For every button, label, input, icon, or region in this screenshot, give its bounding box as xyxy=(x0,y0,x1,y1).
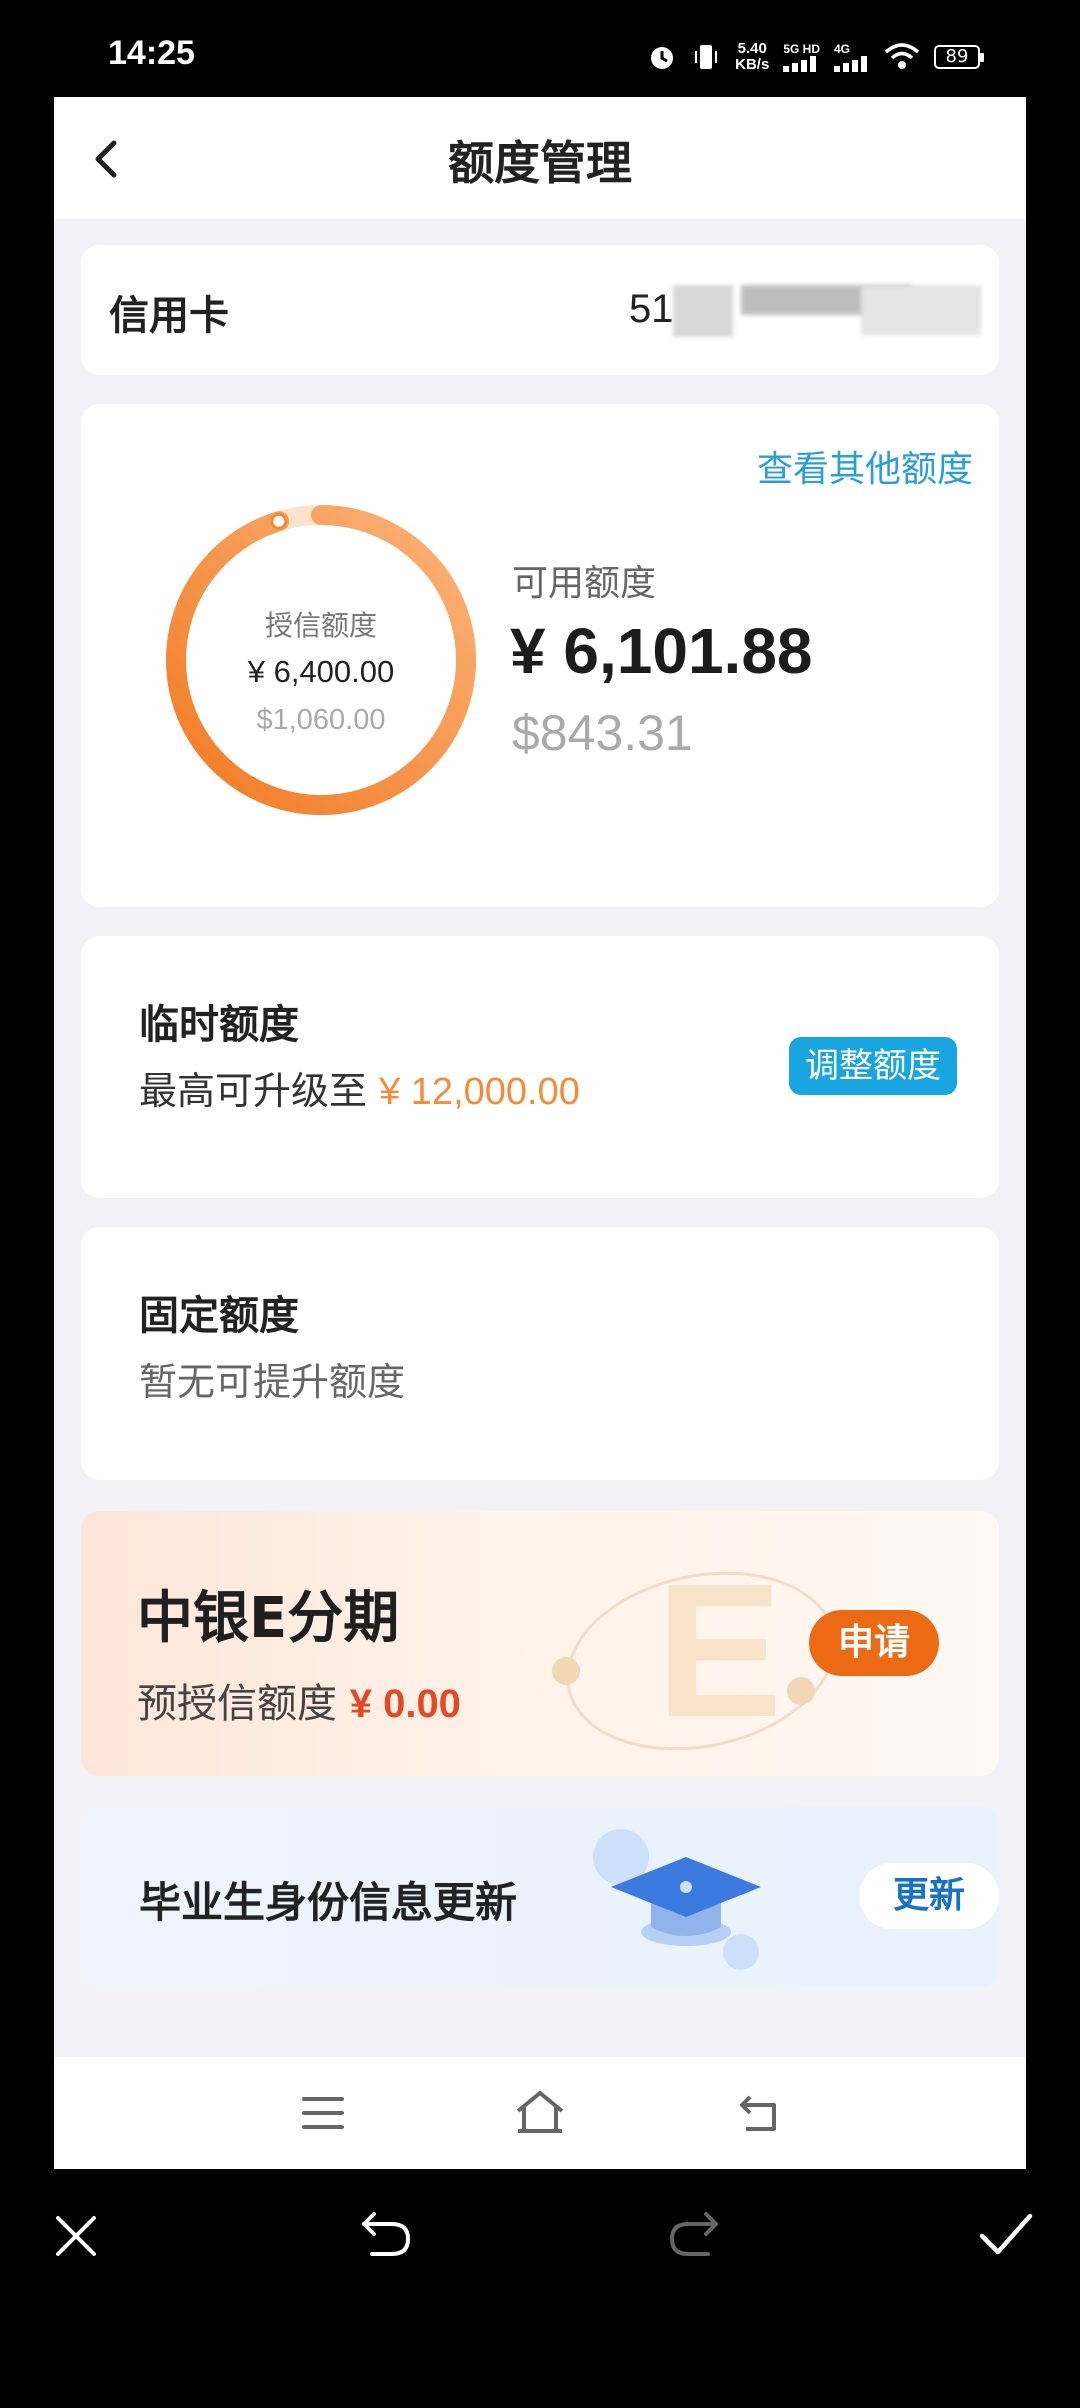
redo-icon[interactable] xyxy=(666,2206,722,2262)
status-icons: 5.40 KB/s 5G HD 4G 89 xyxy=(647,32,984,82)
view-other-limits-link[interactable]: 查看其他额度 xyxy=(757,440,973,492)
signal-4g: 4G xyxy=(834,42,870,72)
card-info[interactable]: 信用卡 51 xyxy=(81,245,999,375)
back-nav-icon[interactable] xyxy=(736,2091,782,2135)
graduate-title: 毕业生身份信息更新 xyxy=(139,1878,518,1927)
app-header: 额度管理 xyxy=(54,97,1026,219)
speed-unit: KB/s xyxy=(735,56,770,73)
app-screen: 额度管理 信用卡 51 查看其他额度 授信额度 ¥ 6,400.00 $1,06… xyxy=(54,97,1026,2169)
speed-value: 5.40 xyxy=(737,40,767,57)
net2-label: 4G xyxy=(834,42,851,56)
available-cny: ¥ 6,101.88 xyxy=(510,615,813,687)
close-icon[interactable] xyxy=(50,2210,102,2262)
credit-usd: $1,060.00 xyxy=(256,704,386,736)
ring-marker xyxy=(270,512,288,530)
confirm-icon[interactable] xyxy=(976,2206,1036,2262)
signal-5g: 5G HD xyxy=(783,42,820,72)
undo-icon[interactable] xyxy=(358,2206,414,2262)
network-speed: 5.40 KB/s xyxy=(735,41,769,73)
e-installment-desc: 预授信额度 ¥ 0.00 xyxy=(137,1671,461,1729)
temp-limit-title: 临时额度 xyxy=(139,1002,299,1048)
page-title: 额度管理 xyxy=(448,136,632,190)
e-installment-title: 中银E分期 xyxy=(137,1586,400,1651)
signal-bars-icon xyxy=(783,56,817,72)
credit-cny: ¥ 6,400.00 xyxy=(247,654,395,689)
e-installment-banner[interactable]: E 中银E分期 预授信额度 ¥ 0.00 申请 xyxy=(81,1511,999,1776)
home-icon[interactable] xyxy=(514,2089,566,2135)
card-type-label: 信用卡 xyxy=(109,293,229,339)
available-label: 可用额度 xyxy=(512,563,657,604)
signal-bars-icon xyxy=(834,56,867,72)
fixed-limit-title: 固定额度 xyxy=(139,1293,299,1339)
temp-limit-card: 临时额度 最高可升级至 ¥ 12,000.00 调整额度 xyxy=(81,936,999,1198)
ring-label: 授信额度 xyxy=(264,609,377,642)
system-navbar xyxy=(54,2057,1026,2169)
available-usd: $843.31 xyxy=(512,705,693,761)
fixed-limit-card: 固定额度 暂无可提升额度 xyxy=(81,1227,999,1480)
menu-icon[interactable] xyxy=(300,2093,346,2133)
temp-limit-desc: 最高可升级至 ¥ 12,000.00 xyxy=(139,1060,580,1115)
card-number-prefix: 51 xyxy=(629,287,674,331)
vibrate-icon xyxy=(691,42,721,72)
update-button[interactable]: 更新 xyxy=(859,1863,999,1929)
fixed-limit-desc: 暂无可提升额度 xyxy=(139,1360,406,1404)
masked-number xyxy=(861,285,981,335)
graduation-cap-icon xyxy=(593,1829,761,1970)
e-installment-amount: ¥ 0.00 xyxy=(349,1682,461,1726)
graduate-banner[interactable]: 毕业生身份信息更新 更新 xyxy=(81,1807,999,1987)
credit-summary-card: 查看其他额度 授信额度 ¥ 6,400.00 $1,060.00 可用额度 ¥ … xyxy=(81,404,999,907)
net1-label: 5G HD xyxy=(783,42,820,56)
adjust-limit-button[interactable]: 调整额度 xyxy=(789,1037,957,1095)
temp-limit-amount: ¥ 12,000.00 xyxy=(379,1071,580,1113)
e-logo-decoration: E xyxy=(552,1545,836,1757)
masked-number xyxy=(673,285,733,337)
temp-limit-desc-text: 最高可升级至 xyxy=(139,1069,368,1113)
alarm-icon xyxy=(647,42,677,72)
apply-button[interactable]: 申请 xyxy=(809,1610,939,1676)
wifi-icon xyxy=(884,42,920,72)
status-time: 14:25 xyxy=(108,34,195,72)
e-installment-desc-text: 预授信额度 xyxy=(137,1681,337,1727)
battery-icon: 89 xyxy=(934,45,984,69)
svg-text:E: E xyxy=(656,1545,783,1757)
